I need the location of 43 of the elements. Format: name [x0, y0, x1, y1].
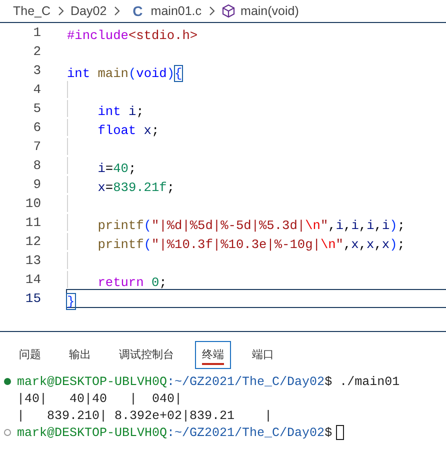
- code-line: return 0;: [96, 275, 167, 290]
- terminal-output: |40| 40|40 | 040|: [17, 392, 182, 406]
- panel-tab[interactable]: 终端: [195, 341, 231, 369]
- panel-tab[interactable]: 问题: [12, 341, 48, 369]
- chevron-icon: [58, 6, 64, 16]
- line-number: 2: [32, 43, 41, 61]
- code-line: int main(void){: [67, 66, 182, 81]
- code-line: printf("|%d|%5d|%-5d|%5.3d|\n",i,i,i,i);: [96, 218, 405, 233]
- code-line: i=40;: [96, 161, 136, 176]
- code-line: #include<stdio.h>: [67, 28, 198, 43]
- line-number: 7: [32, 138, 41, 156]
- line-number: 8: [32, 157, 41, 175]
- line-number: 10: [24, 195, 41, 213]
- line-number: 4: [32, 81, 41, 99]
- cube-icon: [222, 4, 235, 18]
- c-file-icon: C: [132, 3, 143, 19]
- terminal-prompt: mark@DESKTOP-UBLVH0Q:~/GZ2021/The_C/Day02$ ./main01: [17, 374, 400, 388]
- breadcrumb-item[interactable]: main(void): [240, 4, 299, 18]
- code-line: x=839.21f;: [96, 180, 175, 195]
- breadcrumb-item[interactable]: main01.c: [150, 4, 202, 18]
- panel-tab[interactable]: 输出: [62, 341, 98, 369]
- line-number: 11: [24, 214, 41, 232]
- code-line: float x;: [96, 123, 160, 138]
- line-number: 3: [32, 62, 41, 80]
- code-line: }: [67, 294, 75, 309]
- line-number: 9: [32, 176, 41, 194]
- chevron-icon: [208, 6, 215, 16]
- chevron-icon: [114, 6, 120, 16]
- line-number: 15: [24, 290, 41, 308]
- line-number: 1: [32, 24, 41, 42]
- line-number: 6: [32, 119, 41, 137]
- line-number: 13: [24, 252, 41, 270]
- line-number: 14: [24, 271, 41, 289]
- code-line: int i;: [96, 104, 144, 119]
- breadcrumb-item[interactable]: Day02: [70, 4, 107, 18]
- panel-tab[interactable]: 端口: [245, 341, 281, 369]
- terminal-prompt: mark@DESKTOP-UBLVH0Q:~/GZ2021/The_C/Day02$: [17, 426, 332, 440]
- breadcrumb-item[interactable]: The_C: [13, 4, 51, 18]
- panel-tab[interactable]: 调试控制台: [112, 341, 181, 369]
- code-line: printf("|%10.3f|%10.3e|%-10g|\n",x,x,x);: [96, 237, 405, 252]
- line-number: 5: [32, 100, 41, 118]
- line-number: 12: [24, 233, 41, 251]
- terminal-output: | 839.210| 8.392e+02|839.21 |: [17, 408, 272, 422]
